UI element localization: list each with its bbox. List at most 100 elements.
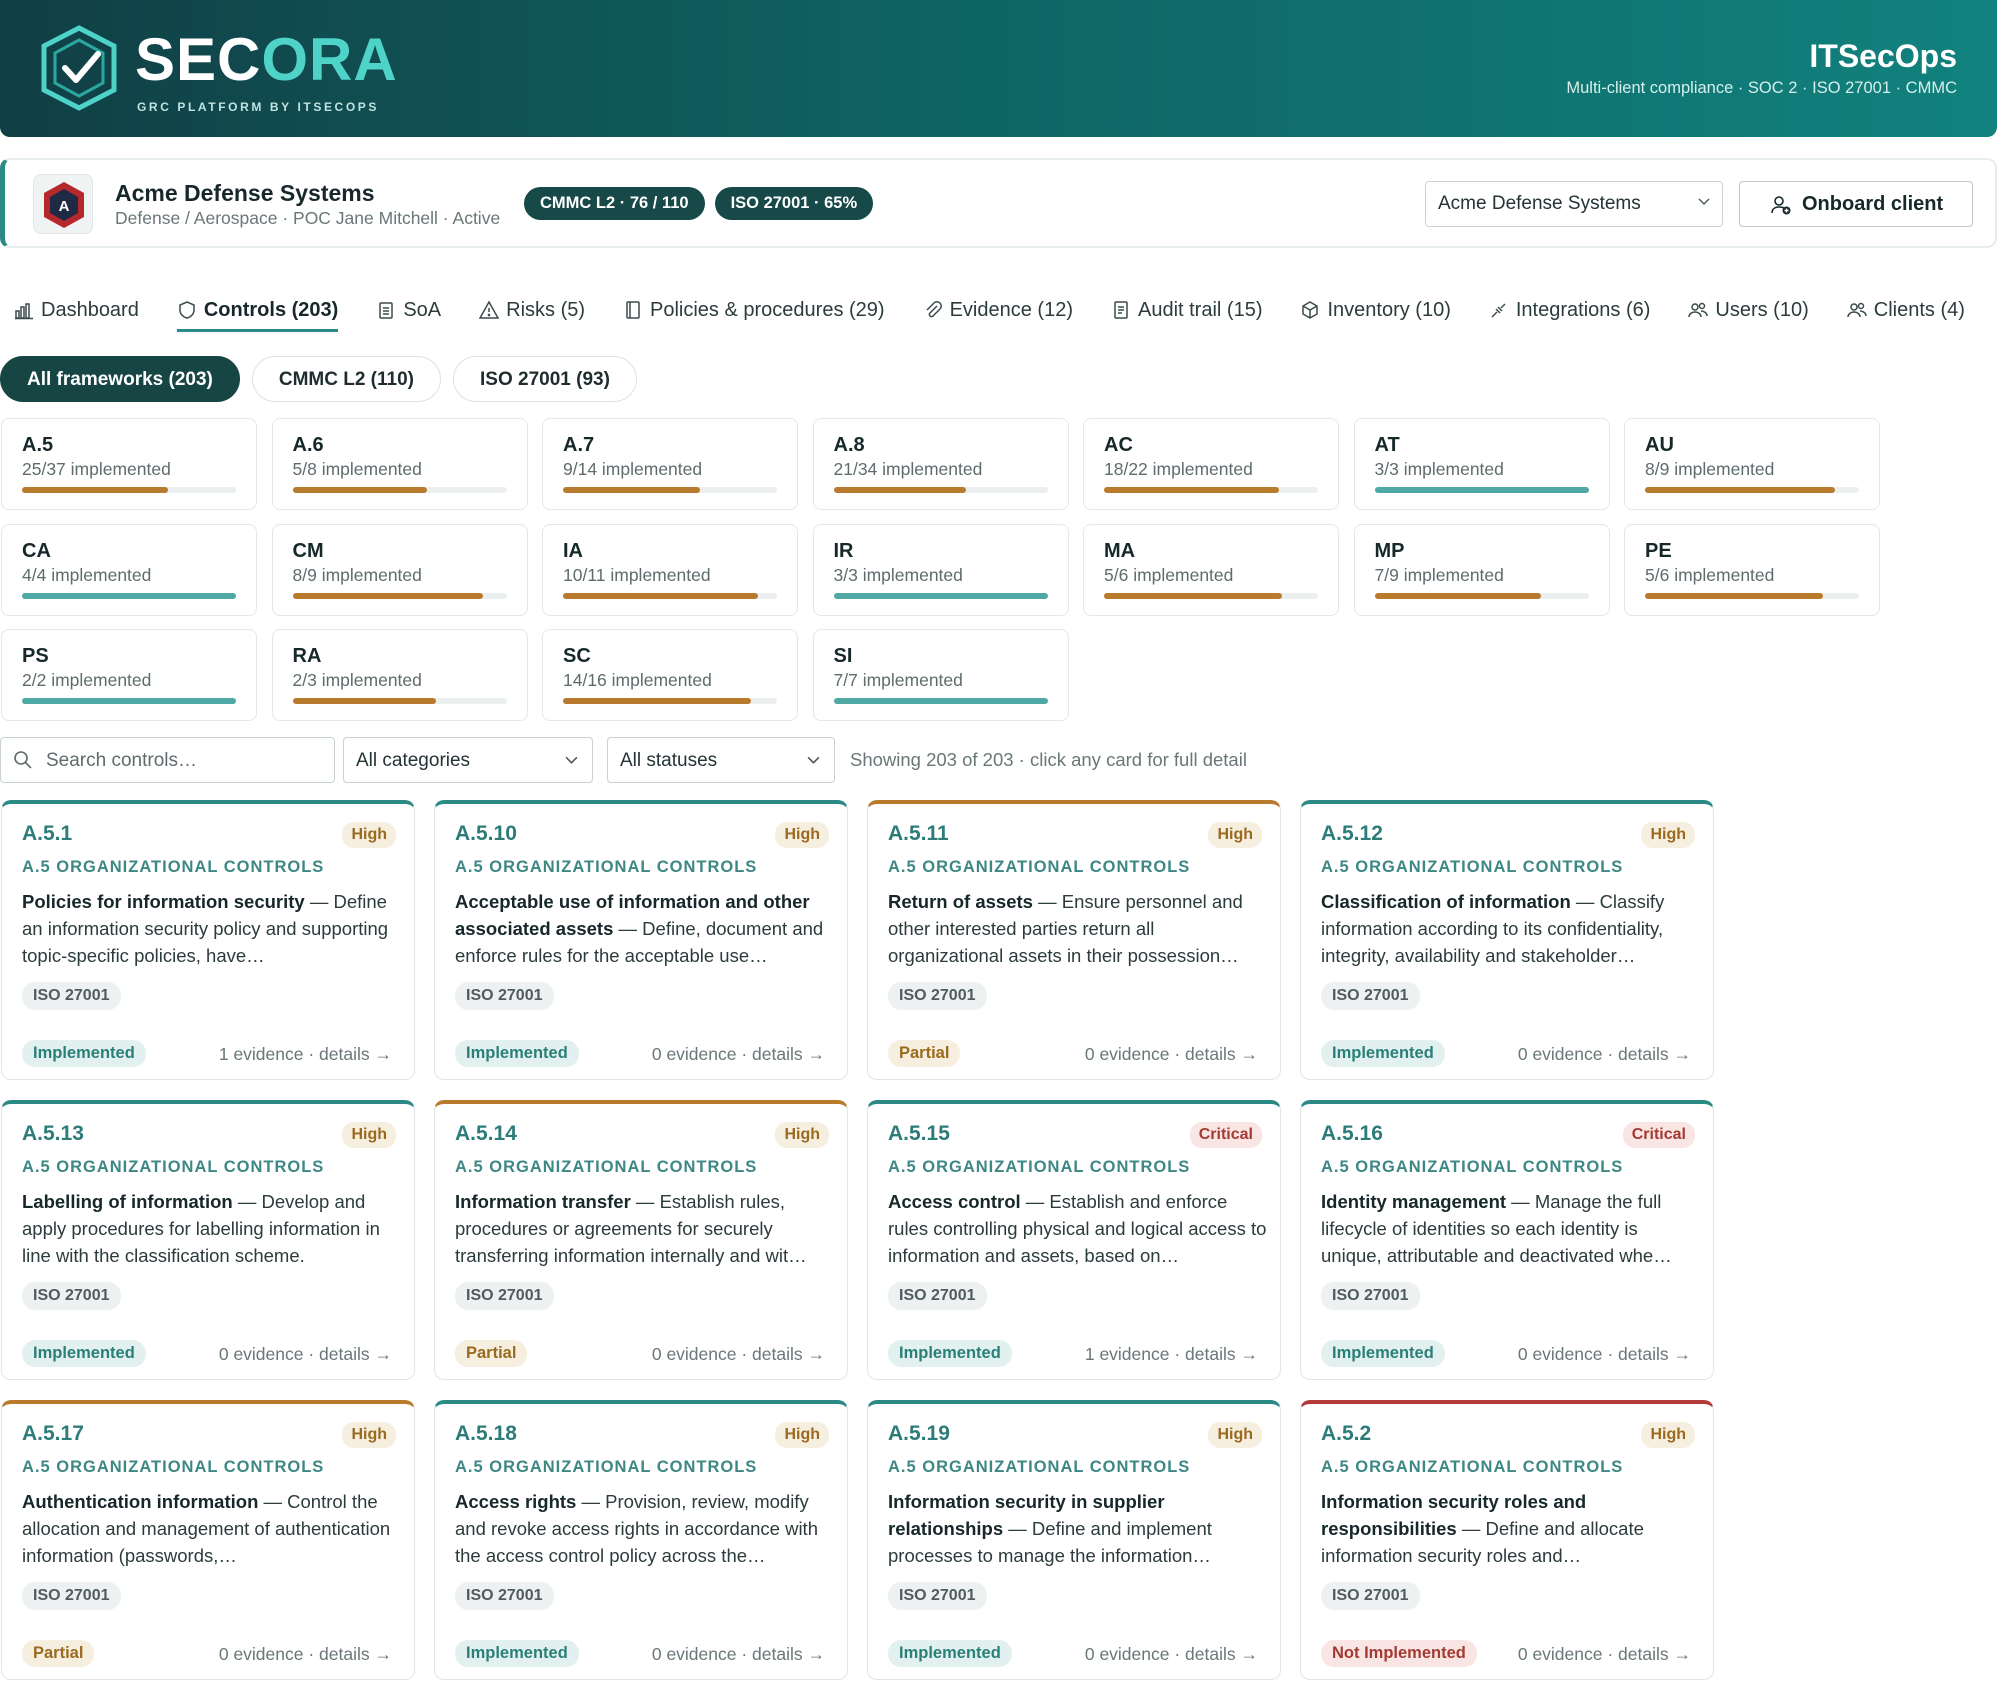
evidence-details-link[interactable]: 0 evidence · details →	[1085, 1644, 1258, 1665]
domain-implemented-count: 3/3 implemented	[1374, 459, 1504, 479]
control-card[interactable]: A.5.15 Critical A.5 ORGANIZATIONAL CONTROL…	[867, 1100, 1281, 1380]
tab-clients[interactable]: Clients (4)	[1847, 282, 1965, 332]
client-select-value: Acme Defense Systems	[1438, 193, 1641, 214]
control-title: Labelling of information	[22, 1191, 233, 1212]
domain-progress-fill	[1645, 592, 1823, 599]
domain-implemented-count: 3/3 implemented	[833, 564, 963, 585]
tab-dashboard[interactable]: Dashboard	[14, 282, 139, 332]
tab-label: Clients (4)	[1873, 298, 1965, 321]
control-card[interactable]: A.5.11 High A.5 ORGANIZATIONAL CONTROLS Ret…	[867, 800, 1281, 1080]
evidence-details-link[interactable]: 0 evidence · details →	[1518, 1044, 1691, 1065]
search-icon	[14, 751, 32, 769]
domain-progress-fill	[1645, 487, 1836, 493]
domain-card-ia[interactable]: IA 10/11 implemented	[542, 523, 798, 616]
secora-logo-icon	[41, 25, 117, 111]
domain-card-a-5[interactable]: A.5 25/37 implemented	[1, 418, 257, 510]
tab-policies-procedures[interactable]: Policies & procedures (29)	[623, 282, 885, 332]
tab-inventory[interactable]: Inventory (10)	[1300, 282, 1451, 332]
tab-controls[interactable]: Controls (203)	[176, 282, 339, 332]
tab-label: Risks (5)	[506, 298, 586, 321]
domain-code: A.7	[563, 434, 595, 456]
control-card[interactable]: A.5.17 High A.5 ORGANIZATIONAL CONTROLS Aut…	[1, 1400, 415, 1680]
control-card[interactable]: A.5.13 High A.5 ORGANIZATIONAL CONTROLS Lab…	[1, 1100, 415, 1380]
domain-code: AT	[1374, 434, 1400, 456]
evidence-details-link[interactable]: 0 evidence · details →	[652, 1044, 825, 1065]
main-tabs: Dashboard Controls (203) SoA Risks (5) Polic…	[14, 282, 1965, 332]
domain-card-pe[interactable]: PE 5/6 implemented	[1624, 523, 1880, 616]
filter-cmmc[interactable]: CMMC L2 (110)	[251, 356, 441, 402]
control-category: A.5 ORGANIZATIONAL CONTROLS	[888, 858, 1191, 876]
domain-card-ca[interactable]: CA 4/4 implemented	[1, 523, 257, 616]
evidence-details-link[interactable]: 0 evidence · details →	[219, 1344, 392, 1365]
client-avatar: A	[33, 174, 93, 234]
search-input[interactable]: Search controls…	[0, 737, 335, 783]
control-category: A.5 ORGANIZATIONAL CONTROLS	[888, 1458, 1191, 1476]
domain-card-a-8[interactable]: A.8 21/34 implemented	[812, 418, 1069, 510]
tab-soa[interactable]: SoA	[376, 282, 441, 332]
tab-label: Inventory (10)	[1327, 298, 1451, 321]
tab-label: Controls (203)	[203, 298, 339, 321]
status-badge: Implemented	[1321, 1340, 1445, 1367]
domain-code: A.6	[292, 434, 324, 456]
domain-card-ra[interactable]: RA 2/3 implemented	[271, 629, 528, 721]
evidence-details-link[interactable]: 1 evidence · details →	[1085, 1344, 1258, 1365]
org-subtitle: Multi-client compliance · SOC 2 · ISO 27…	[1566, 79, 1957, 97]
domain-card-ir[interactable]: IR 3/3 implemented	[812, 523, 1069, 616]
domain-card-au[interactable]: AU 8/9 implemented	[1624, 418, 1880, 510]
tab-evidence[interactable]: Evidence (12)	[923, 282, 1073, 332]
domain-card-mp[interactable]: MP 7/9 implemented	[1353, 523, 1610, 616]
tab-label: Evidence (12)	[949, 298, 1073, 321]
domain-card-at[interactable]: AT 3/3 implemented	[1353, 418, 1610, 510]
filter-iso[interactable]: ISO 27001 (93)	[453, 356, 637, 402]
control-card[interactable]: A.5.1 High A.5 ORGANIZATIONAL CONTROLS Poli…	[1, 800, 415, 1080]
domain-card-cm[interactable]: CM 8/9 implemented	[271, 523, 528, 616]
tab-integrations[interactable]: Integrations (6)	[1489, 282, 1650, 332]
domain-implemented-count: 8/9 implemented	[292, 564, 422, 585]
domain-card-sc[interactable]: SC 14/16 implemented	[542, 629, 798, 721]
framework-tag: ISO 27001	[455, 982, 554, 1010]
evidence-details-link[interactable]: 1 evidence · details →	[219, 1044, 392, 1065]
brand-name-part: SEC	[135, 26, 262, 93]
control-id: A.5.18	[455, 1422, 517, 1445]
control-card[interactable]: A.5.12 High A.5 ORGANIZATIONAL CONTROLS Cla…	[1300, 800, 1714, 1080]
domain-code: PE	[1645, 539, 1672, 562]
tab-users[interactable]: Users (10)	[1688, 282, 1809, 332]
control-card[interactable]: A.5.18 High A.5 ORGANIZATIONAL CONTROLS Acc…	[434, 1400, 848, 1680]
category-select[interactable]: All categories	[343, 737, 593, 783]
control-card[interactable]: A.5.10 High A.5 ORGANIZATIONAL CONTROLS Acc…	[434, 800, 848, 1080]
control-card[interactable]: A.5.2 High A.5 ORGANIZATIONAL CONTROLS Info…	[1300, 1400, 1714, 1680]
control-description: Access rights — Provision, review, modif…	[455, 1488, 835, 1570]
framework-tag: ISO 27001	[888, 1582, 987, 1610]
tab-risks[interactable]: Risks (5)	[479, 282, 585, 332]
control-card[interactable]: A.5.19 High A.5 ORGANIZATIONAL CONTROLS Inf…	[867, 1400, 1281, 1680]
domain-card-si[interactable]: SI 7/7 implemented	[812, 629, 1069, 721]
status-select[interactable]: All statuses	[607, 737, 835, 783]
filter-all-frameworks[interactable]: All frameworks (203)	[0, 356, 240, 402]
domain-card-ps[interactable]: PS 2/2 implemented	[1, 629, 257, 721]
evidence-details-link[interactable]: 0 evidence · details →	[652, 1344, 825, 1365]
evidence-details-link[interactable]: 0 evidence · details →	[219, 1644, 392, 1665]
domain-card-a-7[interactable]: A.7 9/14 implemented	[542, 418, 798, 510]
control-card[interactable]: A.5.14 High A.5 ORGANIZATIONAL CONTROLS Inf…	[434, 1100, 848, 1380]
tab-label: Policies & procedures (29)	[650, 298, 885, 321]
domain-card-ma[interactable]: MA 5/6 implemented	[1083, 523, 1339, 616]
severity-badge: High	[775, 1422, 829, 1448]
framework-tag: ISO 27001	[1321, 1582, 1420, 1610]
control-card[interactable]: A.5.16 Critical A.5 ORGANIZATIONAL CONTROL…	[1300, 1100, 1714, 1380]
domain-progress-bar	[1645, 592, 1859, 599]
domain-code: IA	[563, 539, 583, 562]
evidence-details-link[interactable]: 0 evidence · details →	[652, 1644, 825, 1665]
domain-implemented-count: 4/4 implemented	[22, 564, 152, 585]
domain-progress-bar	[22, 487, 236, 493]
tab-audit-trail[interactable]: Audit trail (15)	[1111, 282, 1262, 332]
onboard-client-button[interactable]: Onboard client	[1739, 181, 1973, 227]
evidence-details-link[interactable]: 0 evidence · details →	[1085, 1044, 1258, 1065]
domain-card-ac[interactable]: AC 18/22 implemented	[1083, 418, 1339, 510]
control-id: A.5.2	[1321, 1422, 1372, 1445]
evidence-details-link[interactable]: 0 evidence · details →	[1518, 1644, 1691, 1665]
evidence-details-link[interactable]: 0 evidence · details →	[1518, 1344, 1691, 1365]
svg-text:A: A	[59, 198, 70, 215]
domain-progress-fill	[292, 698, 436, 704]
client-select[interactable]: Acme Defense Systems	[1425, 181, 1723, 227]
domain-card-a-6[interactable]: A.6 5/8 implemented	[271, 418, 528, 510]
